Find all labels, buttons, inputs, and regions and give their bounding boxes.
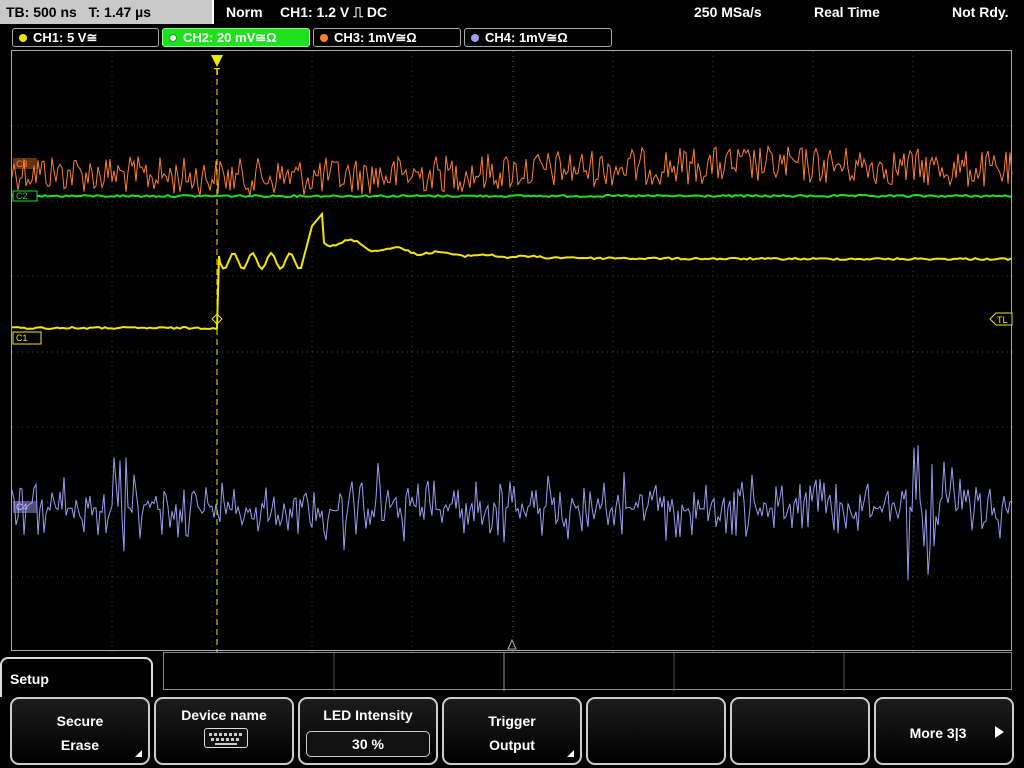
ch2-color-dot xyxy=(169,34,177,42)
keyboard-icon xyxy=(204,728,248,748)
sample-rate[interactable]: 250 MSa/s xyxy=(694,0,762,24)
led-intensity-softkey[interactable]: LED Intensity 30 % xyxy=(298,697,438,765)
device-name-softkey[interactable]: Device name xyxy=(154,697,294,765)
trigger-time-readout: T: 1.47 µs xyxy=(88,4,152,20)
status-bar: TB: 500 ns T: 1.47 µs Norm CH1: 1.2 V ⎍ … xyxy=(0,0,1024,24)
menu-title: Setup xyxy=(0,657,153,697)
tab-ch3[interactable]: CH3: 1mV≅Ω xyxy=(313,28,461,47)
softkey-1-line1: Secure xyxy=(56,713,104,729)
more-softkey[interactable]: More 3|3 xyxy=(874,697,1014,765)
softkey-1-line2: Erase xyxy=(60,737,100,753)
measurement-strip-grid xyxy=(333,653,845,691)
measurement-strip xyxy=(163,652,1012,691)
ch1-offset-marker[interactable]: C1 xyxy=(12,331,42,345)
tab-ch4[interactable]: CH4: 1mV≅Ω xyxy=(464,28,612,47)
softkey-7-line1: More 3|3 xyxy=(909,725,967,741)
trigger-level-label: TL xyxy=(997,315,1008,325)
ch1-trace xyxy=(12,211,1012,331)
submenu-corner-icon xyxy=(567,750,574,757)
waveform-canvas: T C3 C2 C1 C4 TL xyxy=(12,51,1013,652)
submenu-corner-icon xyxy=(135,750,142,757)
acquisition-mode[interactable]: Real Time xyxy=(814,0,880,24)
ch1-color-dot xyxy=(19,34,27,42)
ch4-marker-label: C4 xyxy=(16,502,28,512)
channel-tabs: CH1: 5 V≅ CH2: 20 mV≅Ω CH3: 1mV≅Ω CH4: 1… xyxy=(0,26,1024,48)
ch3-color-dot xyxy=(320,34,328,42)
oscilloscope-screen: TB: 500 ns T: 1.47 µs Norm CH1: 1.2 V ⎍ … xyxy=(0,0,1024,768)
waveform-display[interactable]: T C3 C2 C1 C4 TL xyxy=(11,50,1013,652)
next-page-arrow-icon xyxy=(995,726,1004,738)
ch2-offset-marker[interactable]: C2 xyxy=(12,190,38,202)
ch3-trace xyxy=(12,144,1013,197)
tab-ch1[interactable]: CH1: 5 V≅ xyxy=(12,28,159,47)
ch2-label: CH2: 20 mV≅Ω xyxy=(183,30,277,45)
empty-softkey-6[interactable] xyxy=(730,697,870,765)
empty-softkey-5[interactable] xyxy=(586,697,726,765)
led-intensity-value: 30 % xyxy=(352,736,384,752)
trigger-mode[interactable]: Norm xyxy=(226,0,263,24)
graticule-grid xyxy=(12,51,1013,652)
ch4-label: CH4: 1mV≅Ω xyxy=(485,30,568,45)
ch4-color-dot xyxy=(471,34,479,42)
softkey-4-line2: Output xyxy=(489,737,535,753)
ch2-marker-label: C2 xyxy=(16,191,28,201)
led-intensity-value-box[interactable]: 30 % xyxy=(306,731,430,757)
ch1-marker-label: C1 xyxy=(16,333,28,343)
secure-erase-softkey[interactable]: Secure Erase xyxy=(10,697,150,765)
softkey-3-line1: LED Intensity xyxy=(323,707,413,723)
tab-ch2[interactable]: CH2: 20 mV≅Ω xyxy=(162,28,310,47)
softkey-4-line1: Trigger xyxy=(488,713,536,729)
acquisition-state: Not Rdy. xyxy=(952,4,1009,20)
ch2-trace xyxy=(12,193,1012,199)
trigger-level-marker[interactable]: TL xyxy=(989,312,1013,326)
trigger-output-softkey[interactable]: Trigger Output xyxy=(442,697,582,765)
trigger-source[interactable]: CH1: 1.2 V ⎍ DC xyxy=(280,0,387,24)
ch1-label: CH1: 5 V≅ xyxy=(33,30,98,45)
ch4-trace xyxy=(12,445,1013,581)
softkey-2-line1: Device name xyxy=(181,707,267,723)
ch3-label: CH3: 1mV≅Ω xyxy=(334,30,417,45)
trigger-position-marker-icon[interactable] xyxy=(211,55,223,67)
ch4-offset-marker[interactable]: C4 xyxy=(13,501,37,513)
timebase-readout: TB: 500 ns xyxy=(6,4,77,20)
horizontal-center-icon xyxy=(507,638,517,650)
ch3-marker-label: C3 xyxy=(16,159,28,169)
timebase-panel[interactable]: TB: 500 ns T: 1.47 µs xyxy=(0,0,214,24)
ch3-offset-marker[interactable]: C3 xyxy=(13,158,37,169)
trigger-t-label: T xyxy=(214,67,220,78)
